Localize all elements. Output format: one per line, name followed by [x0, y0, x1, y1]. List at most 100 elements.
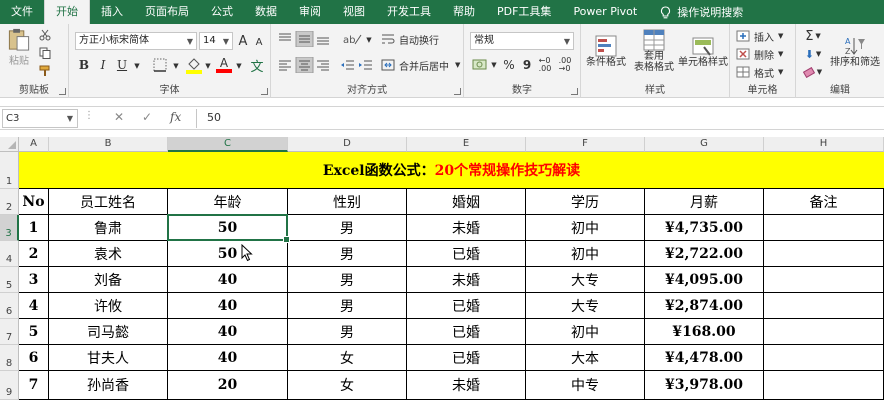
- align-left-icon[interactable]: [277, 57, 333, 73]
- select-all-button[interactable]: [0, 137, 19, 152]
- row-header-5[interactable]: 5: [0, 267, 19, 293]
- tab-pdf-tools[interactable]: PDF工具集: [486, 0, 562, 24]
- column-header-g[interactable]: G: [645, 137, 764, 152]
- table-cell[interactable]: ¥3,978.00: [645, 371, 764, 400]
- header-cell[interactable]: 年龄: [168, 189, 288, 215]
- tab-developer[interactable]: 开发工具: [376, 0, 442, 24]
- tab-page-layout[interactable]: 页面布局: [134, 0, 200, 24]
- header-cell[interactable]: 员工姓名: [49, 189, 168, 215]
- column-header-e[interactable]: E: [407, 137, 526, 152]
- table-cell[interactable]: ¥4,478.00: [645, 345, 764, 371]
- font-color-button[interactable]: A: [214, 55, 234, 75]
- column-header-h[interactable]: H: [764, 137, 884, 152]
- column-header-f[interactable]: F: [526, 137, 645, 152]
- table-cell[interactable]: 袁术: [49, 241, 168, 267]
- header-cell[interactable]: No: [19, 189, 49, 215]
- clear-button[interactable]: ▼: [802, 64, 824, 80]
- table-cell[interactable]: 初中: [526, 319, 645, 345]
- table-cell[interactable]: 5: [19, 319, 49, 345]
- table-cell[interactable]: 1: [19, 215, 49, 241]
- decrease-decimal-button[interactable]: .00 →0: [556, 57, 574, 73]
- table-cell[interactable]: 初中: [526, 215, 645, 241]
- percent-button[interactable]: %: [501, 56, 517, 74]
- table-cell[interactable]: [764, 371, 884, 400]
- format-painter-button[interactable]: [38, 64, 52, 78]
- sort-filter-button[interactable]: AZ 排序和筛选: [828, 27, 882, 75]
- table-cell[interactable]: [764, 345, 884, 371]
- header-cell[interactable]: 性别: [288, 189, 407, 215]
- table-cell[interactable]: ¥4,735.00: [645, 215, 764, 241]
- tab-home[interactable]: 开始: [44, 0, 90, 24]
- fill-button[interactable]: ⬇ ▼: [802, 46, 824, 62]
- table-cell[interactable]: 未婚: [407, 215, 526, 241]
- shrink-font-button[interactable]: A: [252, 34, 266, 50]
- table-cell[interactable]: 女: [288, 371, 407, 400]
- table-cell[interactable]: 未婚: [407, 371, 526, 400]
- underline-button[interactable]: U: [114, 56, 130, 74]
- tab-file[interactable]: 文件: [0, 0, 44, 24]
- borders-button[interactable]: [149, 57, 171, 73]
- tab-review[interactable]: 审阅: [288, 0, 332, 24]
- table-cell[interactable]: [764, 293, 884, 319]
- table-cell[interactable]: ¥168.00: [645, 319, 764, 345]
- column-header-d[interactable]: D: [288, 137, 407, 152]
- table-cell[interactable]: 男: [288, 267, 407, 293]
- row-header-2[interactable]: 2: [0, 189, 19, 215]
- formula-input[interactable]: 50: [196, 109, 884, 128]
- table-cell[interactable]: 中专: [526, 371, 645, 400]
- phonetic-button[interactable]: 文: [247, 55, 267, 75]
- table-cell[interactable]: 男: [288, 293, 407, 319]
- table-cell[interactable]: 男: [288, 241, 407, 267]
- grow-font-button[interactable]: A: [236, 32, 250, 50]
- table-cell[interactable]: 4: [19, 293, 49, 319]
- table-cell[interactable]: 已婚: [407, 345, 526, 371]
- column-header-b[interactable]: B: [49, 137, 168, 152]
- table-cell[interactable]: 女: [288, 345, 407, 371]
- comma-style-button[interactable]: 9: [520, 56, 534, 74]
- table-cell[interactable]: 50: [168, 215, 288, 241]
- table-cell[interactable]: 大专: [526, 267, 645, 293]
- insert-function-button[interactable]: fx: [170, 110, 181, 124]
- cancel-entry-button[interactable]: ✕: [114, 110, 124, 124]
- table-cell[interactable]: 已婚: [407, 319, 526, 345]
- worksheet-grid[interactable]: ABCDEFGH 123456789 Excel函数公式： 20个常规操作技巧解读…: [0, 137, 884, 400]
- bold-button[interactable]: B: [76, 56, 92, 74]
- table-cell[interactable]: 40: [168, 319, 288, 345]
- table-cell[interactable]: 甘夫人: [49, 345, 168, 371]
- fill-color-dropdown[interactable]: ▼: [204, 59, 212, 73]
- accounting-format-button[interactable]: [470, 57, 490, 73]
- header-cell[interactable]: 备注: [764, 189, 884, 215]
- table-cell[interactable]: ¥2,874.00: [645, 293, 764, 319]
- row-header-7[interactable]: 7: [0, 319, 19, 345]
- tab-formulas[interactable]: 公式: [200, 0, 244, 24]
- table-cell[interactable]: 已婚: [407, 293, 526, 319]
- font-size-combo[interactable]: 14 ▼: [199, 32, 233, 50]
- row-header-8[interactable]: 8: [0, 345, 19, 371]
- table-cell[interactable]: 许攸: [49, 293, 168, 319]
- accounting-dropdown[interactable]: ▼: [490, 59, 498, 71]
- table-cell[interactable]: ¥4,095.00: [645, 267, 764, 293]
- table-cell[interactable]: 司马懿: [49, 319, 168, 345]
- table-cell[interactable]: 40: [168, 267, 288, 293]
- table-cell[interactable]: 刘备: [49, 267, 168, 293]
- alignment-launcher-icon[interactable]: [454, 88, 461, 95]
- tab-insert[interactable]: 插入: [90, 0, 134, 24]
- number-launcher-icon[interactable]: [571, 88, 578, 95]
- header-cell[interactable]: 婚姻: [407, 189, 526, 215]
- cut-button[interactable]: [38, 28, 52, 42]
- table-cell[interactable]: ¥2,722.00: [645, 241, 764, 267]
- conditional-formatting-button[interactable]: 条件格式: [583, 27, 629, 75]
- table-cell[interactable]: 2: [19, 241, 49, 267]
- italic-button[interactable]: I: [95, 56, 111, 74]
- number-format-combo[interactable]: 常规 ▼: [470, 32, 574, 50]
- format-cells-button[interactable]: 格式 ▼: [736, 64, 794, 80]
- table-cell[interactable]: 6: [19, 345, 49, 371]
- font-color-dropdown[interactable]: ▼: [235, 59, 243, 73]
- tab-view[interactable]: 视图: [332, 0, 376, 24]
- cell-styles-button[interactable]: 单元格样式: [677, 27, 729, 75]
- table-cell[interactable]: [764, 215, 884, 241]
- increase-decimal-button[interactable]: ←0.00: [536, 57, 554, 73]
- table-cell[interactable]: 40: [168, 345, 288, 371]
- copy-button[interactable]: [38, 46, 52, 60]
- row-header-9[interactable]: 9: [0, 371, 19, 400]
